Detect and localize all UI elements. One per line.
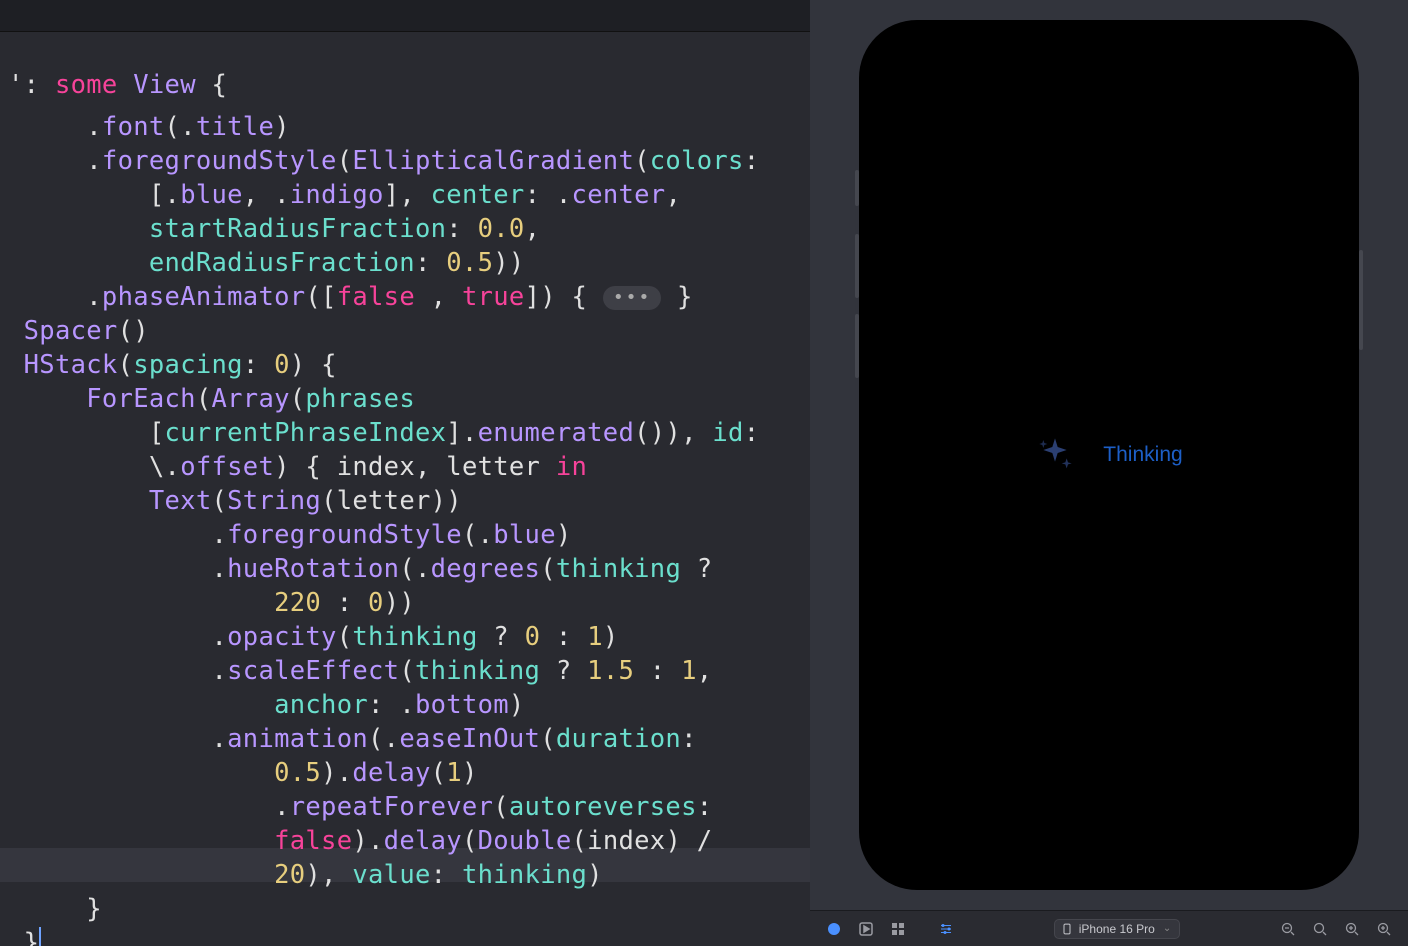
variants-button[interactable] <box>884 917 912 941</box>
code-line[interactable]: ForEach(Array(phrases <box>8 382 802 416</box>
chevron-down-icon: ⌄ <box>1163 923 1171 934</box>
zoom-in-button[interactable] <box>1370 917 1398 941</box>
device-picker[interactable]: iPhone 16 Pro ⌄ <box>1054 919 1180 939</box>
code-line[interactable]: Spacer() <box>8 314 802 348</box>
text-cursor <box>39 927 41 946</box>
code-editor-pane[interactable]: ': some View { .font(.title) .foreground… <box>0 0 810 946</box>
code-line[interactable]: \.offset) { index, letter in <box>8 450 802 484</box>
zoom-actual-button[interactable] <box>1338 917 1366 941</box>
code-line[interactable]: anchor: .bottom) <box>8 688 802 722</box>
code-line[interactable]: .foregroundStyle(.blue) <box>8 518 802 552</box>
code-content[interactable]: .font(.title) .foregroundStyle(Elliptica… <box>0 8 810 946</box>
preview-content: Thinking <box>1035 435 1182 475</box>
code-fold-indicator[interactable]: ••• <box>603 286 662 310</box>
code-line[interactable]: [currentPhraseIndex].enumerated()), id: <box>8 416 802 450</box>
device-name: iPhone 16 Pro <box>1079 922 1155 936</box>
code-line[interactable]: Text(String(letter)) <box>8 484 802 518</box>
code-line[interactable]: .font(.title) <box>8 110 802 144</box>
preview-toolbar: iPhone 16 Pro ⌄ <box>810 910 1408 946</box>
code-line[interactable]: 0.5).delay(1) <box>8 756 802 790</box>
phone-icon <box>1061 923 1073 935</box>
code-line[interactable]: } <box>8 892 802 926</box>
code-line[interactable]: .animation(.easeInOut(duration: <box>8 722 802 756</box>
thinking-label: Thinking <box>1103 443 1182 467</box>
sparkle-icon <box>1035 435 1075 475</box>
code-line[interactable]: .scaleEffect(thinking ? 1.5 : 1, <box>8 654 802 688</box>
zoom-out-button[interactable] <box>1274 917 1302 941</box>
code-line[interactable]: [.blue, .indigo], center: .center, <box>8 178 802 212</box>
preview-pane: Thinking iPhone 16 Pro ⌄ <box>810 0 1408 946</box>
live-preview-button[interactable] <box>820 917 848 941</box>
code-line[interactable]: .foregroundStyle(EllipticalGradient(colo… <box>8 144 802 178</box>
code-header-line: ': some View { <box>8 68 802 102</box>
code-line[interactable]: startRadiusFraction: 0.0, <box>8 212 802 246</box>
device-settings-button[interactable] <box>932 917 960 941</box>
device-simulator-frame[interactable]: Thinking <box>859 20 1359 890</box>
selectable-preview-button[interactable] <box>852 917 880 941</box>
code-line[interactable]: endRadiusFraction: 0.5)) <box>8 246 802 280</box>
code-line[interactable]: } <box>8 926 802 946</box>
code-line[interactable]: HStack(spacing: 0) { <box>8 348 802 382</box>
code-line[interactable]: .hueRotation(.degrees(thinking ? <box>8 552 802 586</box>
code-line[interactable]: .phaseAnimator([false , true]) { ••• } <box>8 280 802 314</box>
device-power-button <box>1359 250 1363 350</box>
code-line[interactable]: .opacity(thinking ? 0 : 1) <box>8 620 802 654</box>
code-line[interactable]: false).delay(Double(index) / <box>8 824 802 858</box>
code-line[interactable]: 220 : 0)) <box>8 586 802 620</box>
zoom-fit-button[interactable] <box>1306 917 1334 941</box>
code-line[interactable]: 20), value: thinking) <box>8 858 802 892</box>
code-line[interactable]: .repeatForever(autoreverses: <box>8 790 802 824</box>
